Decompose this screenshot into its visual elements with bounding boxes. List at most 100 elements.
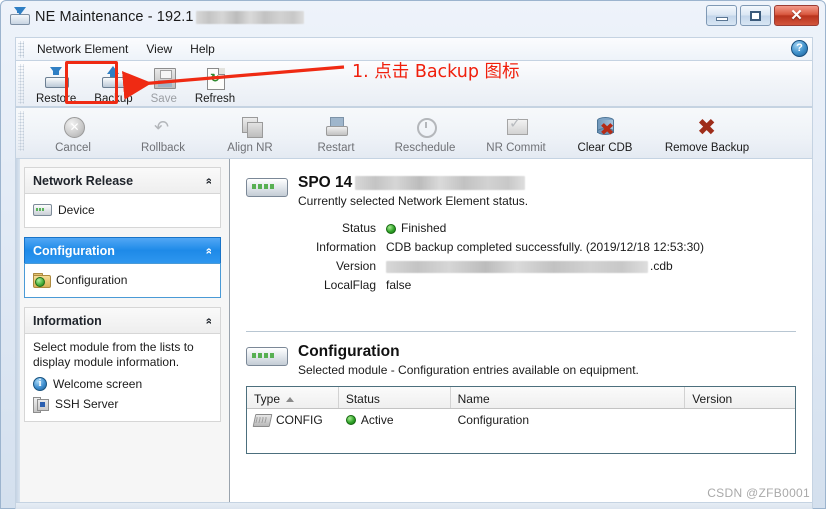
clear-cdb-button-label: Clear CDB bbox=[577, 142, 633, 154]
close-button[interactable]: ✕ bbox=[774, 5, 819, 26]
restore-icon bbox=[43, 66, 70, 90]
table-row[interactable]: CONFIG Active Configuration bbox=[247, 409, 795, 431]
clear-cdb-icon: ✖ bbox=[592, 115, 618, 139]
restore-button[interactable]: Restore bbox=[27, 61, 85, 108]
field-label: LocalFlag bbox=[323, 278, 376, 292]
sidebar: Network Release » Device Configuration » bbox=[16, 159, 230, 502]
secondary-toolbar-grip[interactable] bbox=[18, 111, 24, 151]
configuration-folder-icon bbox=[33, 273, 51, 288]
column-header-status[interactable]: Status bbox=[339, 387, 451, 408]
configuration-table: Type Status Name Version CONFIG Active C… bbox=[246, 386, 796, 454]
column-header-label: Type bbox=[254, 392, 281, 406]
green-dot-icon bbox=[345, 415, 356, 425]
column-header-label: Name bbox=[457, 392, 490, 406]
status-fields: Status Finished Information CDB backup c… bbox=[294, 219, 796, 295]
config-section-header: Configuration Selected module - Configur… bbox=[246, 342, 796, 378]
sidebar-item-device[interactable]: Device bbox=[33, 200, 212, 220]
cancel-button: ✕ Cancel bbox=[27, 108, 119, 157]
backup-icon bbox=[100, 66, 127, 90]
field-value: .cdb bbox=[386, 257, 673, 276]
nr-commit-button: ✓ NR Commit bbox=[471, 108, 561, 157]
help-icon[interactable]: ? bbox=[791, 40, 808, 57]
chevron-up-icon[interactable]: » bbox=[202, 317, 215, 324]
maximize-button[interactable] bbox=[740, 5, 771, 26]
sidebar-group-body-network-release: Device bbox=[24, 193, 221, 228]
window-title-text: NE Maintenance - 192.1 bbox=[35, 9, 194, 25]
sidebar-item-label: Device bbox=[58, 203, 95, 217]
reschedule-button-label: Reschedule bbox=[394, 142, 456, 154]
main-panel: SPO 14 Currently selected Network Elemen… bbox=[230, 159, 812, 502]
sidebar-group-network-release: Network Release » Device bbox=[24, 167, 221, 228]
refresh-button-label: Refresh bbox=[194, 93, 236, 105]
watermark: CSDN @ZFB0001 bbox=[707, 486, 810, 500]
refresh-icon: ↻ bbox=[202, 66, 228, 90]
sidebar-group-body-configuration: Configuration bbox=[24, 263, 221, 298]
menu-grip[interactable] bbox=[18, 40, 24, 58]
chevron-up-icon[interactable]: » bbox=[202, 247, 215, 254]
sort-ascending-icon[interactable] bbox=[286, 396, 295, 402]
menu-bar: Network Element View Help ? bbox=[15, 37, 813, 60]
window-title: NE Maintenance - 192.1 bbox=[35, 9, 304, 25]
window-title-redaction bbox=[195, 10, 304, 24]
restore-button-label: Restore bbox=[36, 93, 77, 105]
secondary-toolbar: ✕ Cancel ↶ Rollback Align NR Restart Res… bbox=[15, 107, 813, 159]
field-label: Version bbox=[335, 259, 376, 273]
network-element-icon bbox=[246, 178, 288, 197]
menu-item-help[interactable]: Help bbox=[181, 39, 224, 59]
menu-item-network-element[interactable]: Network Element bbox=[28, 39, 137, 59]
cell-status: Active bbox=[339, 413, 451, 427]
cancel-icon: ✕ bbox=[60, 115, 86, 139]
window-controls: ✕ bbox=[706, 5, 819, 26]
status-value-text: Finished bbox=[401, 221, 447, 235]
status-strip bbox=[15, 503, 813, 509]
status-title-redaction bbox=[355, 175, 526, 190]
save-button-label: Save bbox=[150, 93, 177, 105]
remove-backup-button-label: Remove Backup bbox=[664, 142, 750, 154]
sidebar-group-header-configuration[interactable]: Configuration » bbox=[24, 237, 221, 263]
field-value: false bbox=[386, 278, 412, 292]
restart-button: Restart bbox=[293, 108, 379, 157]
green-dot-icon bbox=[386, 223, 396, 234]
clear-cdb-button[interactable]: ✖ Clear CDB bbox=[561, 108, 649, 157]
refresh-button[interactable]: ↻ Refresh bbox=[186, 61, 244, 108]
sidebar-item-welcome-screen[interactable]: i Welcome screen bbox=[33, 374, 212, 394]
column-header-type[interactable]: Type bbox=[247, 387, 339, 408]
sidebar-group-title: Configuration bbox=[33, 243, 115, 258]
sidebar-group-header-information[interactable]: Information » bbox=[24, 307, 221, 333]
save-icon bbox=[151, 66, 177, 90]
nr-commit-icon: ✓ bbox=[503, 115, 529, 139]
cancel-button-label: Cancel bbox=[55, 142, 91, 154]
status-section-title-row: SPO 14 bbox=[298, 173, 528, 192]
column-header-name[interactable]: Name bbox=[451, 387, 686, 408]
column-header-version[interactable]: Version bbox=[685, 387, 795, 408]
sidebar-item-configuration[interactable]: Configuration bbox=[33, 270, 212, 290]
sidebar-group-header-network-release[interactable]: Network Release » bbox=[24, 167, 221, 193]
title-bar: NE Maintenance - 192.1 ✕ bbox=[1, 1, 825, 33]
remove-backup-button[interactable]: ✖ Remove Backup bbox=[649, 108, 765, 157]
primary-toolbar-grip[interactable] bbox=[18, 64, 24, 104]
network-element-icon bbox=[246, 347, 288, 366]
reschedule-button: Reschedule bbox=[379, 108, 471, 157]
ne-maintenance-icon bbox=[9, 7, 30, 27]
cell-type: CONFIG bbox=[247, 413, 339, 427]
table-header-row: Type Status Name Version bbox=[247, 387, 795, 409]
sidebar-left-edge bbox=[16, 159, 20, 502]
sidebar-group-information: Information » Select module from the lis… bbox=[24, 307, 221, 422]
field-label: Information bbox=[315, 240, 376, 254]
config-section-subtitle: Selected module - Configuration entries … bbox=[298, 363, 639, 377]
menu-item-view[interactable]: View bbox=[137, 39, 181, 59]
sidebar-item-ssh-server[interactable]: SSH Server bbox=[33, 394, 212, 414]
status-field-version: Version .cdb bbox=[294, 257, 796, 276]
rollback-button-label: Rollback bbox=[140, 142, 186, 154]
align-nr-button: Align NR bbox=[207, 108, 293, 157]
chevron-up-icon[interactable]: » bbox=[202, 177, 215, 184]
sidebar-item-label: SSH Server bbox=[55, 397, 119, 411]
version-redaction bbox=[386, 260, 648, 273]
nr-commit-button-label: NR Commit bbox=[486, 142, 546, 154]
minimize-button[interactable] bbox=[706, 5, 737, 26]
annotation-text: 1. 点击 Backup 图标 bbox=[352, 62, 520, 82]
section-divider bbox=[246, 331, 796, 332]
column-header-label: Version bbox=[692, 392, 733, 406]
backup-button[interactable]: Backup bbox=[85, 61, 141, 108]
align-nr-icon bbox=[237, 115, 263, 139]
